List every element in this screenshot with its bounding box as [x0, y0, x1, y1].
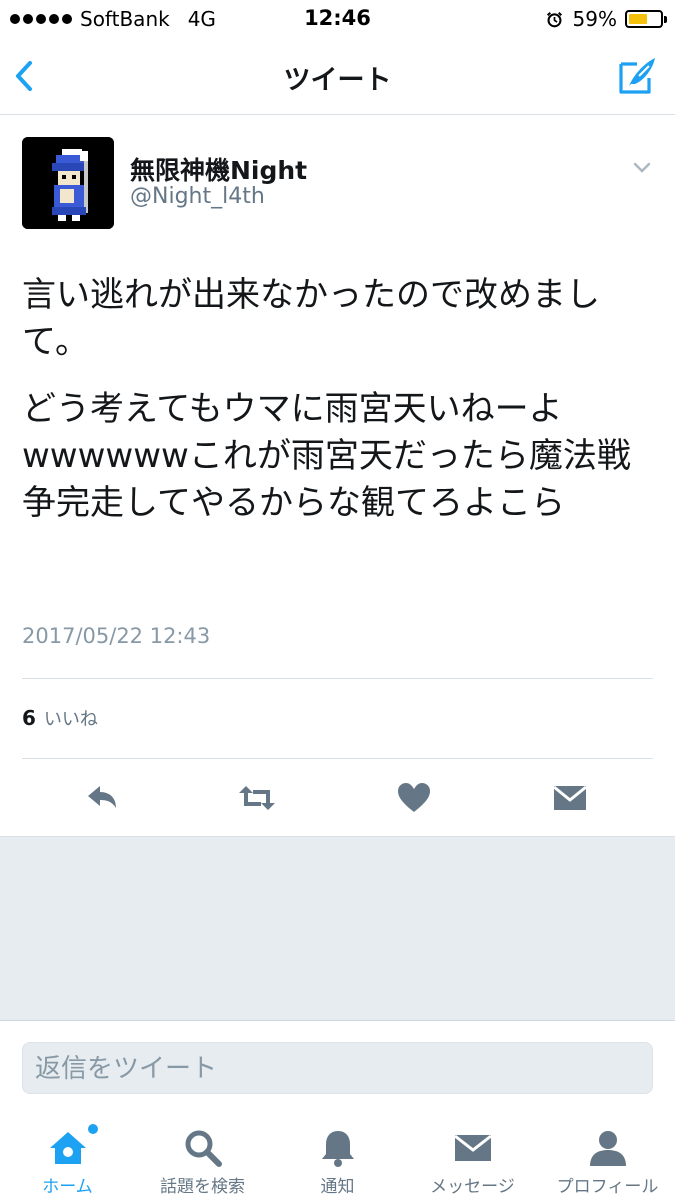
- search-icon: [185, 1130, 222, 1167]
- tweet-paragraph: 言い逃れが出来なかったので改めまして。: [22, 275, 600, 362]
- empty-replies-area: [0, 836, 675, 1021]
- tab-bar: ホーム 話題を検索 通知 メッセージ プロフィール: [0, 1118, 675, 1200]
- pixel-wizard-avatar-icon: [22, 137, 114, 229]
- tweet-paragraph: どう考えてもウマに雨宮天いねーよwwwwwwこれが雨宮天だったら魔法戦争完走して…: [22, 389, 631, 523]
- notification-dot: [88, 1124, 98, 1134]
- author-name[interactable]: 無限神機Night: [130, 151, 307, 187]
- like-heart-icon[interactable]: [394, 778, 434, 818]
- likes-count[interactable]: 6 いいね: [22, 705, 98, 731]
- reply-input[interactable]: 返信をツイート: [22, 1042, 653, 1094]
- tab-notifications[interactable]: 通知: [270, 1118, 405, 1200]
- tab-label: プロフィール: [556, 1177, 659, 1197]
- compose-tweet-icon[interactable]: [615, 54, 659, 98]
- divider: [22, 758, 653, 759]
- battery-level: [629, 14, 647, 24]
- divider: [22, 678, 653, 679]
- tweet-timestamp: 2017/05/22 12:43: [22, 624, 211, 648]
- likes-number: 6: [22, 706, 36, 730]
- chevron-down-icon[interactable]: [631, 156, 653, 178]
- tab-label: ホーム: [42, 1177, 93, 1197]
- retweet-icon[interactable]: [237, 778, 277, 818]
- tab-label: 通知: [320, 1177, 355, 1197]
- reply-icon[interactable]: [82, 778, 122, 818]
- alarm-icon: [546, 11, 562, 27]
- avatar[interactable]: [22, 137, 114, 229]
- tweet-actions: [0, 778, 675, 818]
- tab-home[interactable]: ホーム: [0, 1118, 135, 1200]
- envelope-icon: [453, 1134, 492, 1161]
- tab-profile[interactable]: プロフィール: [540, 1118, 675, 1200]
- tab-search[interactable]: 話題を検索: [135, 1118, 270, 1200]
- status-right: 59%: [546, 7, 667, 31]
- likes-label: いいね: [43, 709, 98, 730]
- home-icon: [49, 1132, 86, 1164]
- author-handle[interactable]: @Night_l4th: [130, 184, 265, 209]
- status-bar: SoftBank 4G 12:46 59%: [0, 0, 675, 40]
- direct-message-icon[interactable]: [550, 778, 590, 818]
- battery-percent: 59%: [572, 7, 617, 31]
- tab-label: 話題を検索: [160, 1177, 245, 1197]
- tab-messages[interactable]: メッセージ: [405, 1118, 540, 1200]
- tweet-text: 言い逃れが出来なかったので改めまして。 どう考えてもウマに雨宮天いねーよwwww…: [22, 272, 662, 527]
- battery-icon: [625, 10, 667, 28]
- person-icon: [589, 1131, 626, 1166]
- tab-label: メッセージ: [430, 1177, 515, 1197]
- bell-icon: [321, 1131, 354, 1167]
- navigation-bar: ツイート: [0, 40, 675, 115]
- page-title: ツイート: [283, 65, 392, 96]
